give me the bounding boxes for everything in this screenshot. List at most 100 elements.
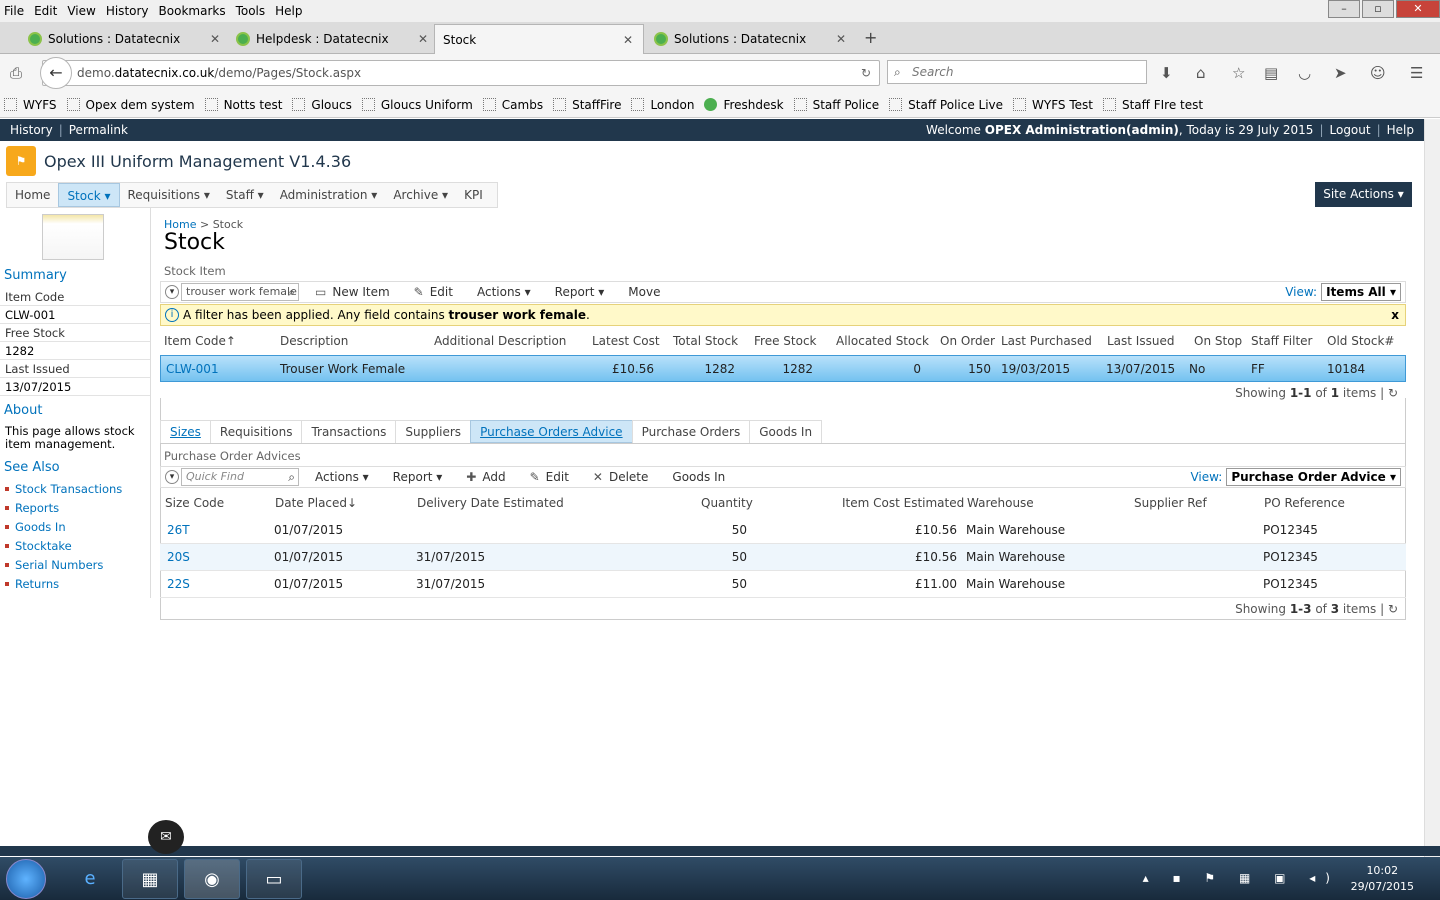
tab-sizes[interactable]: Sizes — [160, 420, 211, 443]
edit-button[interactable]: ✎ Edit — [530, 470, 569, 484]
tab-purchase-orders-advice[interactable]: Purchase Orders Advice — [470, 420, 633, 443]
help-link[interactable]: Help — [1387, 123, 1414, 137]
bookmark-item[interactable]: Notts test — [204, 98, 282, 112]
nav-home[interactable]: Home — [7, 183, 58, 207]
cell-item-code-link[interactable]: CLW-001 — [166, 362, 219, 376]
col-last-issued[interactable]: Last Issued — [1107, 334, 1174, 348]
minimize-button[interactable]: – — [1328, 0, 1360, 18]
move-button[interactable]: Move — [628, 285, 660, 299]
col-item-cost[interactable]: Item Cost Estimated — [842, 496, 964, 510]
url-bar[interactable]: demo. datatecnix.co.uk/demo/Pages/Stock.a… — [42, 60, 880, 86]
new-item-button[interactable]: ▭ New Item — [315, 285, 390, 299]
bookmark-item[interactable]: WYFS — [4, 98, 57, 112]
bookmark-item[interactable]: StaffFire — [553, 98, 621, 112]
close-tab-icon[interactable]: ✕ — [836, 32, 846, 46]
internet-explorer-icon[interactable]: e — [62, 859, 118, 899]
bookmark-item[interactable]: Cambs — [482, 98, 543, 112]
menu-edit[interactable]: Edit — [34, 4, 57, 18]
link-serial-numbers[interactable]: Serial Numbers — [5, 558, 103, 572]
page-scrollbar[interactable] — [1424, 119, 1440, 857]
col-size-code[interactable]: Size Code — [165, 496, 224, 510]
send-icon[interactable]: ➤ — [1334, 64, 1347, 82]
col-last-purchased[interactable]: Last Purchased — [1001, 334, 1092, 348]
bookmark-item[interactable]: Gloucs Uniform — [361, 98, 473, 112]
bookmark-item[interactable]: Opex dem system — [66, 98, 195, 112]
col-on-order[interactable]: On Order — [940, 334, 995, 348]
tab-purchase-orders[interactable]: Purchase Orders — [631, 420, 751, 443]
link-goods-in[interactable]: Goods In — [5, 520, 66, 534]
col-item-code[interactable]: Item Code↑ — [164, 334, 236, 348]
col-on-stop[interactable]: On Stop — [1194, 334, 1242, 348]
new-tab-icon[interactable]: + — [864, 28, 877, 47]
history-link[interactable]: History — [10, 123, 53, 137]
browser-tab[interactable]: Helpdesk : Datatecnix ✕ — [228, 24, 438, 54]
col-delivery-date[interactable]: Delivery Date Estimated — [417, 496, 564, 510]
menu-tools[interactable]: Tools — [236, 4, 266, 18]
col-description[interactable]: Description — [280, 334, 348, 348]
quick-find-input[interactable]: Quick Find ⌕ — [181, 468, 299, 486]
bookmark-item[interactable]: WYFS Test — [1013, 98, 1093, 112]
edit-button[interactable]: ✎ Edit — [414, 285, 453, 299]
report-menu[interactable]: Report ▾ — [555, 285, 605, 299]
col-po-reference[interactable]: PO Reference — [1264, 496, 1345, 510]
col-free-stock[interactable]: Free Stock — [754, 334, 817, 348]
bookmark-item[interactable]: London — [631, 98, 694, 112]
bookmark-item[interactable]: Freshdesk — [704, 98, 784, 112]
nav-staff[interactable]: Staff ▾ — [218, 183, 272, 207]
col-date-placed[interactable]: Date Placed↓ — [275, 496, 357, 510]
site-title[interactable]: Opex III Uniform Management V1.4.36 — [44, 152, 351, 171]
download-icon[interactable]: ⬇ — [1160, 64, 1173, 82]
menu-view[interactable]: View — [67, 4, 95, 18]
tab-goods-in[interactable]: Goods In — [749, 420, 823, 443]
cell-size-code-link[interactable]: 22S — [167, 577, 190, 591]
col-old-stock[interactable]: Old Stock# — [1327, 334, 1394, 348]
refresh-icon[interactable]: ↻ — [1388, 602, 1398, 616]
bookmark-item[interactable]: Staff FIre test — [1102, 98, 1203, 112]
link-stock-transactions[interactable]: Stock Transactions — [5, 482, 122, 496]
nav-kpi[interactable]: KPI — [456, 183, 491, 207]
app-window-icon[interactable]: ▭ — [246, 859, 302, 899]
report-menu[interactable]: Report ▾ — [393, 470, 443, 484]
clear-filter-icon[interactable]: x — [1391, 308, 1399, 322]
col-allocated-stock[interactable]: Allocated Stock — [836, 334, 929, 348]
col-total-stock[interactable]: Total Stock — [673, 334, 738, 348]
nav-requisitions[interactable]: Requisitions ▾ — [120, 183, 218, 207]
file-explorer-icon[interactable]: ▦ — [122, 859, 178, 899]
nav-stock[interactable]: Stock ▾ — [58, 183, 120, 207]
menu-help[interactable]: Help — [275, 4, 302, 18]
maximize-button[interactable]: ▫ — [1362, 0, 1394, 18]
bookmark-item[interactable]: Staff Police — [793, 98, 879, 112]
permalink-link[interactable]: Permalink — [69, 123, 128, 137]
expand-chevron-icon[interactable]: ▾ — [165, 470, 179, 484]
start-button-icon[interactable] — [6, 859, 46, 899]
link-reports[interactable]: Reports — [5, 501, 59, 515]
col-latest-cost[interactable]: Latest Cost — [592, 334, 660, 348]
hamburger-menu-icon[interactable]: ☰ — [1410, 64, 1423, 82]
search-icon[interactable]: ⌕ — [288, 469, 295, 485]
search-icon[interactable]: ⌕ — [288, 284, 295, 300]
close-tab-icon[interactable]: ✕ — [623, 33, 633, 47]
bookmark-item[interactable]: Staff Police Live — [889, 98, 1003, 112]
actions-menu[interactable]: Actions ▾ — [477, 285, 531, 299]
delete-button[interactable]: ✕ Delete — [593, 470, 649, 484]
system-tray-icons[interactable]: ▴ ▪ ⚑ ▦ ▣ ◂) — [1143, 871, 1340, 885]
nav-administration[interactable]: Administration ▾ — [272, 183, 386, 207]
link-stocktake[interactable]: Stocktake — [5, 539, 72, 553]
nav-archive[interactable]: Archive ▾ — [385, 183, 456, 207]
col-staff-filter[interactable]: Staff Filter — [1251, 334, 1312, 348]
browser-tab-active[interactable]: Stock ✕ — [434, 24, 644, 54]
menu-file[interactable]: File — [4, 4, 24, 18]
col-additional-description[interactable]: Additional Description — [434, 334, 566, 348]
table-row[interactable]: 20S 01/07/2015 31/07/2015 50 £10.56 Main… — [160, 544, 1406, 571]
close-tab-icon[interactable]: ✕ — [210, 32, 220, 46]
site-logo-icon[interactable]: ⚑ — [6, 146, 36, 176]
firefox-icon[interactable]: ◉ — [184, 859, 240, 899]
back-button[interactable]: ← — [40, 57, 72, 89]
table-row[interactable]: 26T 01/07/2015 50 £10.56 Main Warehouse … — [160, 517, 1406, 544]
actions-menu[interactable]: Actions ▾ — [315, 470, 369, 484]
table-row[interactable]: CLW-001 Trouser Work Female £10.56 1282 … — [160, 355, 1406, 382]
cell-size-code-link[interactable]: 20S — [167, 550, 190, 564]
tab-transactions[interactable]: Transactions — [301, 420, 397, 443]
mail-icon[interactable]: ✉ — [148, 820, 184, 854]
bookmark-star-icon[interactable]: ☆ — [1232, 64, 1245, 82]
